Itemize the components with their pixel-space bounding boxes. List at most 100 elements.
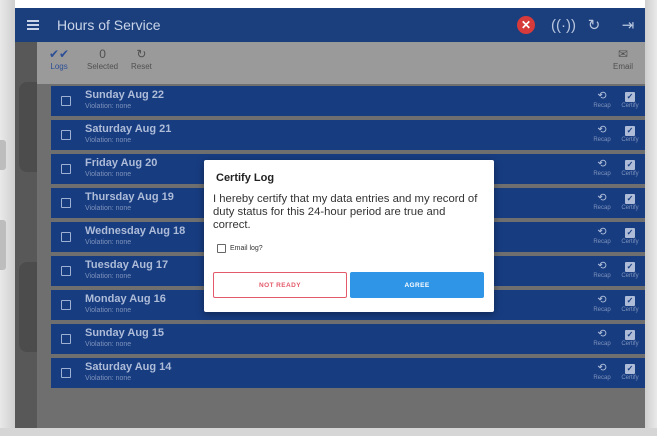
- log-row[interactable]: Saturday Aug 21 Violation: none ⟲ Recap ✓ Cer…: [51, 120, 645, 150]
- log-violation: Violation: none: [85, 273, 132, 280]
- selected-label: Selected: [87, 62, 119, 71]
- certify-label: Certify: [621, 341, 639, 347]
- log-toolbar: ✔✔ Logs 0 Selected ↻ Reset ✉ Email: [37, 42, 645, 84]
- log-violation: Violation: none: [85, 341, 132, 348]
- log-date: Saturday Aug 14: [85, 361, 172, 373]
- certify-check-icon: ✓: [625, 228, 635, 238]
- certify-label: Certify: [621, 273, 639, 279]
- recap-button[interactable]: ⟲ Recap: [587, 191, 617, 211]
- history-icon: ⟲: [597, 90, 607, 102]
- recap-button[interactable]: ⟲ Recap: [587, 123, 617, 143]
- history-icon: ⟲: [597, 124, 607, 136]
- certify-button[interactable]: ✓ Certify: [615, 89, 645, 109]
- recap-button[interactable]: ⟲ Recap: [587, 361, 617, 381]
- recap-label: Recap: [593, 137, 611, 143]
- bezel-right: [645, 0, 657, 436]
- reset-label: Reset: [131, 62, 152, 71]
- menu-icon[interactable]: [15, 8, 51, 42]
- log-date: Sunday Aug 22: [85, 89, 165, 101]
- row-checkbox[interactable]: [61, 164, 71, 174]
- recap-label: Recap: [593, 103, 611, 109]
- certify-button[interactable]: ✓ Certify: [615, 293, 645, 313]
- log-date: Sunday Aug 15: [85, 327, 165, 339]
- side-tab: [19, 262, 37, 352]
- selected-count: 0: [99, 47, 106, 61]
- row-checkbox[interactable]: [61, 232, 71, 242]
- log-date: Tuesday Aug 17: [85, 259, 169, 271]
- certify-label: Certify: [621, 205, 639, 211]
- certify-button[interactable]: ✓ Certify: [615, 361, 645, 381]
- logs-label: Logs: [50, 62, 68, 71]
- log-violation: Violation: none: [85, 171, 132, 178]
- not-ready-button[interactable]: NOT READY: [213, 272, 347, 298]
- refresh-icon[interactable]: ↻: [585, 16, 603, 34]
- logout-icon[interactable]: ⇥: [619, 16, 637, 34]
- history-icon: ⟲: [597, 192, 607, 204]
- recap-label: Recap: [593, 307, 611, 313]
- app-screen: Hours of Service ✕ ((·)) ↻ ⇥ ✔✔ Logs 0 S…: [15, 8, 645, 428]
- recap-label: Recap: [593, 205, 611, 211]
- recap-label: Recap: [593, 273, 611, 279]
- bezel-bottom: [0, 428, 657, 436]
- recap-button[interactable]: ⟲ Recap: [587, 259, 617, 279]
- log-row[interactable]: Sunday Aug 22 Violation: none ⟲ Recap ✓ Certi…: [51, 86, 645, 116]
- double-check-icon: ✔✔: [49, 47, 70, 61]
- recap-label: Recap: [593, 375, 611, 381]
- log-date: Friday Aug 20: [85, 157, 158, 169]
- hardware-button: [0, 220, 6, 270]
- recap-label: Recap: [593, 171, 611, 177]
- side-strip: [15, 42, 37, 428]
- row-checkbox[interactable]: [61, 130, 71, 140]
- app-bar-actions: ✕ ((·)) ↻ ⇥: [517, 8, 637, 42]
- certify-button[interactable]: ✓ Certify: [615, 225, 645, 245]
- certify-button[interactable]: ✓ Certify: [615, 259, 645, 279]
- certify-button[interactable]: ✓ Certify: [615, 123, 645, 143]
- recap-label: Recap: [593, 239, 611, 245]
- recap-button[interactable]: ⟲ Recap: [587, 225, 617, 245]
- certify-check-icon: ✓: [625, 296, 635, 306]
- page-title: Hours of Service: [57, 17, 161, 33]
- selected-counter: 0 Selected: [87, 46, 118, 71]
- bezel-left: [0, 0, 15, 436]
- row-checkbox[interactable]: [61, 334, 71, 344]
- recap-button[interactable]: ⟲ Recap: [587, 327, 617, 347]
- log-violation: Violation: none: [85, 375, 132, 382]
- signal-icon[interactable]: ((·)): [551, 17, 576, 34]
- certify-check-icon: ✓: [625, 194, 635, 204]
- recap-button[interactable]: ⟲ Recap: [587, 293, 617, 313]
- row-checkbox[interactable]: [61, 198, 71, 208]
- certify-button[interactable]: ✓ Certify: [615, 157, 645, 177]
- log-row[interactable]: Saturday Aug 14 Violation: none ⟲ Recap ✓ Cer…: [51, 358, 645, 388]
- history-icon: ⟲: [597, 260, 607, 272]
- reset-button[interactable]: ↻ Reset: [131, 46, 152, 71]
- row-checkbox[interactable]: [61, 300, 71, 310]
- checkbox-box[interactable]: [217, 244, 226, 253]
- row-checkbox[interactable]: [61, 266, 71, 276]
- log-violation: Violation: none: [85, 239, 132, 246]
- history-icon: ⟲: [597, 226, 607, 238]
- certify-check-icon: ✓: [625, 160, 635, 170]
- certify-button[interactable]: ✓ Certify: [615, 327, 645, 347]
- certify-check-icon: ✓: [625, 92, 635, 102]
- tablet-frame: Hours of Service ✕ ((·)) ↻ ⇥ ✔✔ Logs 0 S…: [0, 0, 657, 436]
- app-bar: Hours of Service ✕ ((·)) ↻ ⇥: [15, 8, 645, 42]
- error-icon[interactable]: ✕: [517, 16, 535, 34]
- logs-tab[interactable]: ✔✔ Logs: [49, 46, 69, 71]
- history-icon: ⟲: [597, 158, 607, 170]
- certify-label: Certify: [621, 103, 639, 109]
- email-log-checkbox[interactable]: Email log?: [217, 244, 263, 253]
- history-icon: ⟲: [597, 362, 607, 374]
- row-checkbox[interactable]: [61, 96, 71, 106]
- certify-button[interactable]: ✓ Certify: [615, 191, 645, 211]
- row-checkbox[interactable]: [61, 368, 71, 378]
- log-date: Wednesday Aug 18: [85, 225, 186, 237]
- log-date: Monday Aug 16: [85, 293, 166, 305]
- email-button[interactable]: ✉ Email: [613, 46, 633, 71]
- recap-button[interactable]: ⟲ Recap: [587, 157, 617, 177]
- history-icon: ⟲: [597, 294, 607, 306]
- log-row[interactable]: Sunday Aug 15 Violation: none ⟲ Recap ✓ Certi…: [51, 324, 645, 354]
- agree-button[interactable]: AGREE: [350, 272, 484, 298]
- log-violation: Violation: none: [85, 103, 132, 110]
- recap-button[interactable]: ⟲ Recap: [587, 89, 617, 109]
- history-icon: ⟲: [597, 328, 607, 340]
